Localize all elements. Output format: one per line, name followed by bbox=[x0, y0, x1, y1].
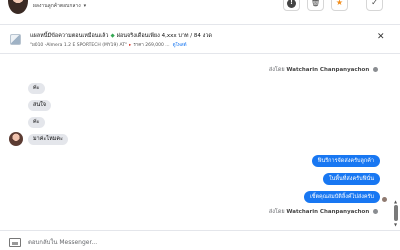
post-subtitle-price: ราคา 269,000 ... bbox=[133, 43, 170, 48]
outgoing-message[interactable]: ฟินรีการจัดส่งครับลูกค้า bbox=[311, 155, 380, 167]
view-post-link[interactable]: ดูโพสต์ bbox=[173, 43, 187, 48]
scroll-down-arrow-icon[interactable]: ▼ bbox=[394, 222, 397, 227]
delete-button[interactable]: 🗑 bbox=[307, 0, 324, 11]
incoming-message[interactable]: ค่ะ bbox=[28, 117, 45, 128]
sent-by-name: Watcharin Chanpanyachon bbox=[286, 67, 370, 73]
star-icon: ★ bbox=[335, 0, 344, 7]
leaf-emoji-icon: ◆ bbox=[110, 33, 115, 39]
info-icon[interactable] bbox=[373, 209, 378, 214]
photo-attach-icon[interactable] bbox=[9, 238, 21, 247]
sent-by-prefix: ส่งโดย bbox=[268, 209, 285, 215]
customer-avatar[interactable] bbox=[8, 0, 28, 14]
incoming-message[interactable]: ค่ะ bbox=[28, 83, 45, 94]
sent-by-name: Watcharin Chanpanyachon bbox=[286, 209, 370, 215]
post-title-price: ผ่อนจริงเดือนเพียง 4,xxx บาท / 84 งวด bbox=[116, 33, 212, 39]
message-composer bbox=[0, 230, 400, 250]
outgoing-message[interactable]: ในพื้นที่ส่งครับฟินั่น bbox=[322, 173, 380, 185]
read-receipt-avatar bbox=[382, 197, 387, 202]
incoming-message[interactable]: สนใจ bbox=[28, 100, 52, 111]
outgoing-message[interactable]: เชิ้ตคุณสมบัติลิ้งค์ไปส่งครับ bbox=[303, 191, 380, 203]
post-reference-card: แผลหนี้มีข้อความตอนเหมือนแล้ว ◆ ผ่อนจริงเด… bbox=[0, 24, 400, 54]
check-icon: ✓ bbox=[371, 0, 378, 7]
conversation-header: ผลงานลูกค้าตอบกลาง ▾ ! 🗑 ★ ✓ bbox=[0, 0, 400, 22]
flag-emoji-icon: ▸ bbox=[129, 43, 132, 48]
info-icon[interactable] bbox=[373, 67, 378, 72]
conversation-status-label: ผลงานลูกค้าตอบกลาง bbox=[33, 3, 81, 9]
post-title-text: แผลหนี้มีข้อความตอนเหมือนแล้ว bbox=[30, 33, 109, 39]
mark-done-button[interactable]: ✓ bbox=[366, 0, 383, 11]
star-button[interactable]: ★ bbox=[331, 0, 348, 11]
incoming-message[interactable]: มาค่ะไหมคะ bbox=[28, 134, 68, 145]
post-subtitle-model: "ผ010 -Almera 1.2 E SPORTECH (MY19) AT" bbox=[30, 43, 128, 48]
close-card-button[interactable]: ✕ bbox=[377, 33, 385, 42]
sent-by-label: ส่งโดย Watcharin Chanpanyachon bbox=[269, 66, 378, 74]
reply-input[interactable] bbox=[28, 236, 378, 248]
scroll-up-arrow-icon[interactable]: ▲ bbox=[394, 199, 397, 204]
trash-icon: 🗑 bbox=[310, 0, 321, 7]
conversation-status-dropdown[interactable]: ผลงานลูกค้าตอบกลาง ▾ bbox=[33, 2, 86, 10]
post-subtitle: "ผ010 -Almera 1.2 E SPORTECH (MY19) AT" ▸… bbox=[30, 41, 187, 48]
info-button[interactable]: ! bbox=[283, 0, 300, 11]
chat-scrollbar-thumb[interactable] bbox=[394, 205, 398, 221]
post-title: แผลหนี้มีข้อความตอนเหมือนแล้ว ◆ ผ่อนจริงเด… bbox=[30, 32, 212, 40]
customer-message-avatar bbox=[9, 132, 23, 146]
sent-by-prefix: ส่งโดย bbox=[268, 67, 285, 73]
info-icon: ! bbox=[287, 0, 296, 8]
post-thumbnail bbox=[10, 34, 21, 45]
sent-by-label: ส่งโดย Watcharin Chanpanyachon bbox=[269, 208, 378, 216]
chevron-down-icon: ▾ bbox=[83, 3, 87, 9]
